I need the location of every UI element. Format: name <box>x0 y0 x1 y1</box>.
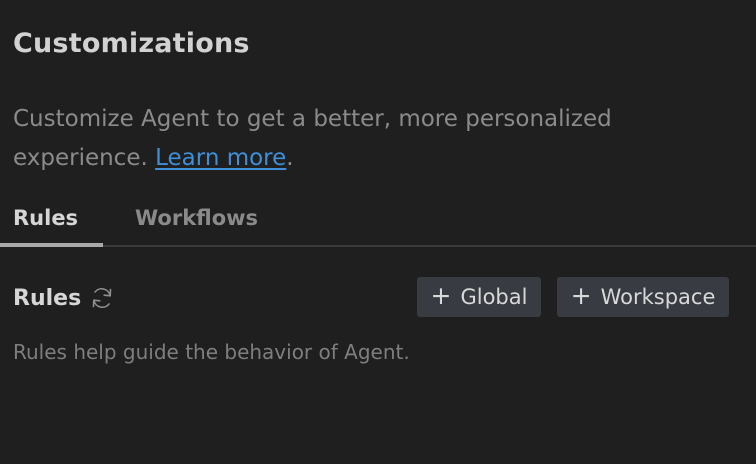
description-period: . <box>286 145 294 171</box>
add-workspace-label: Workspace <box>600 285 716 309</box>
add-workspace-rule-button[interactable]: + Workspace <box>557 277 729 317</box>
description-text: Customize Agent to get a better, more pe… <box>13 106 612 171</box>
tab-workflows[interactable]: Workflows <box>135 206 258 230</box>
active-tab-indicator <box>0 243 103 247</box>
page-title: Customizations <box>13 28 250 59</box>
rules-section-title: Rules <box>13 286 82 311</box>
plus-icon: + <box>570 281 592 310</box>
tab-rules[interactable]: Rules <box>13 206 78 230</box>
learn-more-link[interactable]: Learn more <box>155 145 286 171</box>
page-description: Customize Agent to get a better, more pe… <box>13 100 653 178</box>
rules-hint-text: Rules help guide the behavior of Agent. <box>13 340 410 364</box>
tab-bar: Rules Workflows <box>0 200 756 247</box>
refresh-icon[interactable] <box>89 285 115 311</box>
add-global-rule-button[interactable]: + Global <box>417 277 541 317</box>
add-global-label: Global <box>460 285 528 309</box>
plus-icon: + <box>430 281 452 310</box>
